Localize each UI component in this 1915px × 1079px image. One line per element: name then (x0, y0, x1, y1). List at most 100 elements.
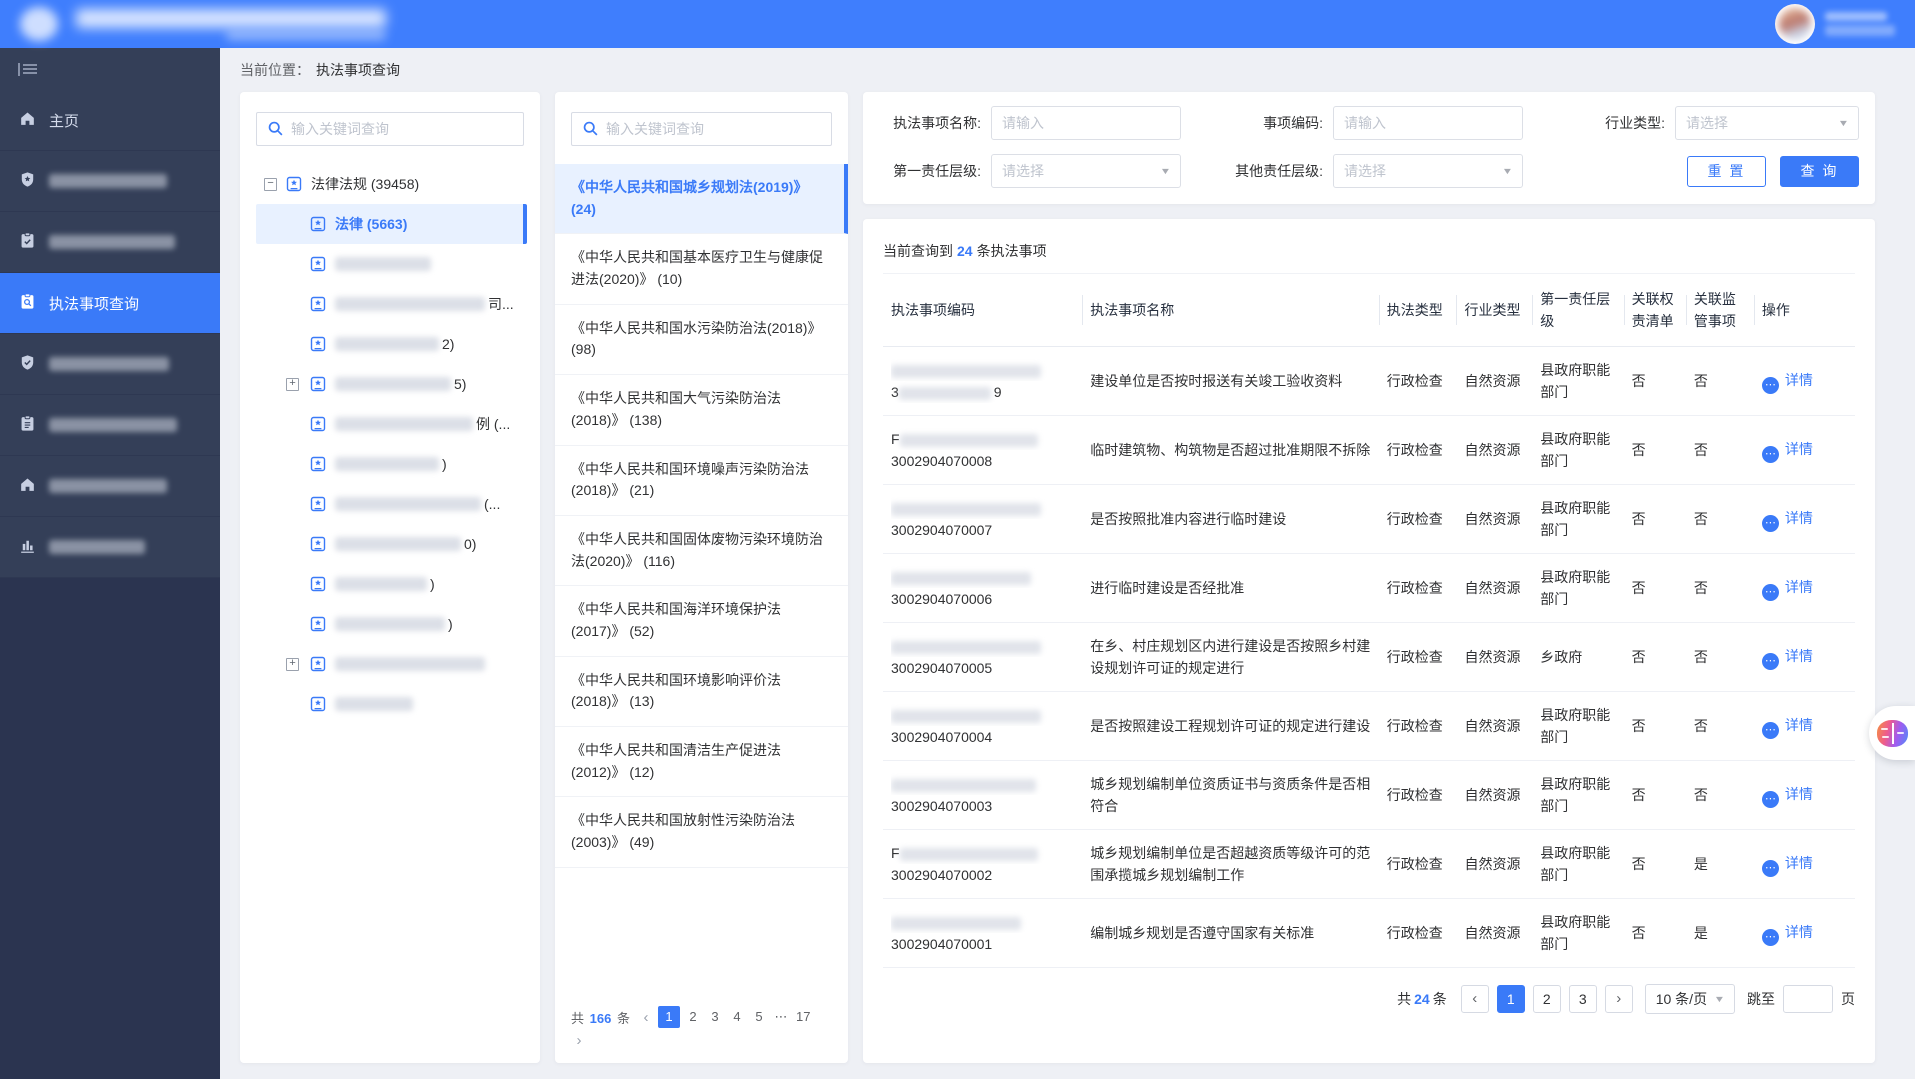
other-level-label: 其他责任层级: (1221, 161, 1333, 181)
redacted-text (335, 577, 427, 591)
tree-node[interactable]: + (240, 644, 540, 684)
page-number[interactable]: 2 (684, 1006, 702, 1028)
law-list-item[interactable]: 《中华人民共和国环境影响评价法(2018)》 (13) (555, 657, 848, 727)
supervision-cell: 是 (1686, 830, 1754, 899)
sidebar-item-home[interactable]: 主页 (0, 90, 220, 151)
page-number[interactable]: 4 (728, 1006, 746, 1028)
tree-node[interactable] (240, 244, 540, 284)
sidebar-item-blurred-2[interactable] (0, 212, 220, 273)
query-button[interactable]: 查 询 (1780, 156, 1859, 187)
matter-code-cell: 3002904070003 (883, 761, 1082, 830)
page-size-select[interactable]: 10 条/页 ▼ (1645, 984, 1735, 1014)
power-list-cell: 否 (1624, 761, 1686, 830)
detail-link[interactable]: 详情 (1785, 372, 1813, 388)
table-row: 3002904070006进行临时建设是否经批准行政检查自然资源县政府职能部门否… (883, 554, 1855, 623)
industry-select[interactable]: 请选择 ▼ (1675, 106, 1859, 140)
collapse-toggle-icon[interactable]: − (264, 178, 277, 191)
tree-node[interactable]: ) (240, 604, 540, 644)
primary-level-select[interactable]: 请选择 ▼ (991, 154, 1181, 188)
law-list-item[interactable]: 《中华人民共和国基本医疗卫生与健康促进法(2020)》 (10) (555, 234, 848, 304)
detail-link[interactable]: 详情 (1785, 855, 1813, 871)
sidebar-item-enforcement-matter-query[interactable]: 执法事项查询 (0, 273, 220, 334)
redacted-text (49, 235, 175, 249)
expand-toggle-icon[interactable]: + (286, 658, 299, 671)
avatar[interactable] (1775, 4, 1815, 44)
law-list-item[interactable]: 《中华人民共和国海洋环境保护法(2017)》 (52) (555, 586, 848, 656)
sidebar-item-blurred-3[interactable] (0, 334, 220, 395)
matter-code-input[interactable] (1333, 106, 1523, 140)
jump-page-input[interactable] (1783, 985, 1833, 1013)
tree-node[interactable] (240, 684, 540, 724)
level-cell: 乡政府 (1532, 623, 1623, 692)
sidebar-item-blurred-5[interactable] (0, 456, 220, 517)
assistant-widget[interactable] (1869, 706, 1915, 760)
page-number[interactable]: 2 (1533, 985, 1561, 1013)
exec-type-cell: 行政检查 (1379, 554, 1457, 623)
law-list-item[interactable]: 《中华人民共和国放射性污染防治法(2003)》 (49) (555, 797, 848, 867)
detail-link[interactable]: 详情 (1785, 717, 1813, 733)
breadcrumb-current: 执法事项查询 (316, 60, 400, 80)
detail-link[interactable]: 详情 (1785, 579, 1813, 595)
tree-node[interactable]: (... (240, 484, 540, 524)
matter-name-cell: 是否按照建设工程规划许可证的规定进行建设 (1082, 692, 1378, 761)
page-number[interactable]: 5 (750, 1006, 768, 1028)
detail-link[interactable]: 详情 (1785, 510, 1813, 526)
redacted-text (335, 497, 481, 511)
tree-node[interactable]: ) (240, 444, 540, 484)
page-number[interactable]: 3 (706, 1006, 724, 1028)
caret-down-icon: ▼ (1714, 994, 1726, 1004)
prev-page-icon[interactable]: ‹ (1461, 985, 1489, 1013)
category-tree: −法律法规 (39458)法律 (5663)司...2)+5)例 (...)(.… (240, 164, 540, 724)
tree-node[interactable]: 2) (240, 324, 540, 364)
industry-cell: 自然资源 (1456, 899, 1532, 968)
filter-field-matter-code: 事项编码: (1221, 106, 1563, 140)
detail-link[interactable]: 详情 (1785, 924, 1813, 940)
next-page-icon[interactable]: › (571, 1032, 587, 1049)
table-row: 39建设单位是否按时报送有关竣工验收资料行政检查自然资源县政府职能部门否否⋯详情 (883, 347, 1855, 416)
page-number[interactable]: 1 (658, 1006, 680, 1028)
power-list-cell: 否 (1624, 416, 1686, 485)
industry-cell: 自然资源 (1456, 623, 1532, 692)
law-list-item[interactable]: 《中华人民共和国城乡规划法(2019)》 (24) (555, 164, 848, 234)
redacted-text (900, 848, 1038, 861)
tree-node[interactable]: +5) (240, 364, 540, 404)
law-list-item[interactable]: 《中华人民共和国水污染防治法(2018)》 (98) (555, 305, 848, 375)
tree-node-root[interactable]: −法律法规 (39458) (240, 164, 540, 204)
redacted-text (335, 617, 445, 631)
page-number[interactable]: ⋯ (772, 1006, 790, 1028)
tree-node[interactable]: ) (240, 564, 540, 604)
matter-name-cell: 建设单位是否按时报送有关竣工验收资料 (1082, 347, 1378, 416)
sidebar-item-blurred-1[interactable] (0, 151, 220, 212)
reset-button[interactable]: 重 置 (1687, 156, 1766, 187)
sidebar-item-blurred-6[interactable] (0, 517, 220, 578)
law-list-item[interactable]: 《中华人民共和国环境噪声污染防治法(2018)》 (21) (555, 446, 848, 516)
expand-toggle-icon[interactable]: + (286, 378, 299, 391)
tree-node[interactable]: 例 (... (240, 404, 540, 444)
law-list-item[interactable]: 《中华人民共和国清洁生产促进法(2012)》 (12) (555, 727, 848, 797)
menu-collapse-icon[interactable] (18, 62, 37, 76)
law-list-item[interactable]: 《中华人民共和国固体废物污染环境防治法(2020)》 (116) (555, 516, 848, 586)
search-icon (267, 120, 284, 137)
sidebar-item-blurred-4[interactable] (0, 395, 220, 456)
redacted-text (891, 710, 1041, 723)
page-number[interactable]: 1 (1497, 985, 1525, 1013)
tree-search-input[interactable] (256, 112, 524, 146)
matter-code-line2: 3002904070002 (891, 864, 1074, 886)
detail-link[interactable]: 详情 (1785, 786, 1813, 802)
law-search-input[interactable] (571, 112, 832, 146)
page-number[interactable]: 3 (1569, 985, 1597, 1013)
tree-node[interactable]: 司... (240, 284, 540, 324)
prev-page-icon[interactable]: ‹ (638, 1009, 654, 1026)
tree-node[interactable]: 0) (240, 524, 540, 564)
page-number[interactable]: 17 (794, 1006, 812, 1028)
industry-label: 行业类型: (1563, 113, 1675, 133)
tree-node[interactable]: 法律 (5663) (256, 204, 527, 244)
matter-name-input[interactable] (991, 106, 1181, 140)
detail-link[interactable]: 详情 (1785, 648, 1813, 664)
detail-link[interactable]: 详情 (1785, 441, 1813, 457)
main-content: 当前位置： 执法事项查询 −法律法规 (39458)法律 (5663)司...2… (220, 48, 1915, 1079)
breadcrumb-prefix: 当前位置： (240, 60, 310, 80)
other-level-select[interactable]: 请选择 ▼ (1333, 154, 1523, 188)
law-list-item[interactable]: 《中华人民共和国大气污染防治法(2018)》 (138) (555, 375, 848, 445)
next-page-icon[interactable]: › (1605, 985, 1633, 1013)
